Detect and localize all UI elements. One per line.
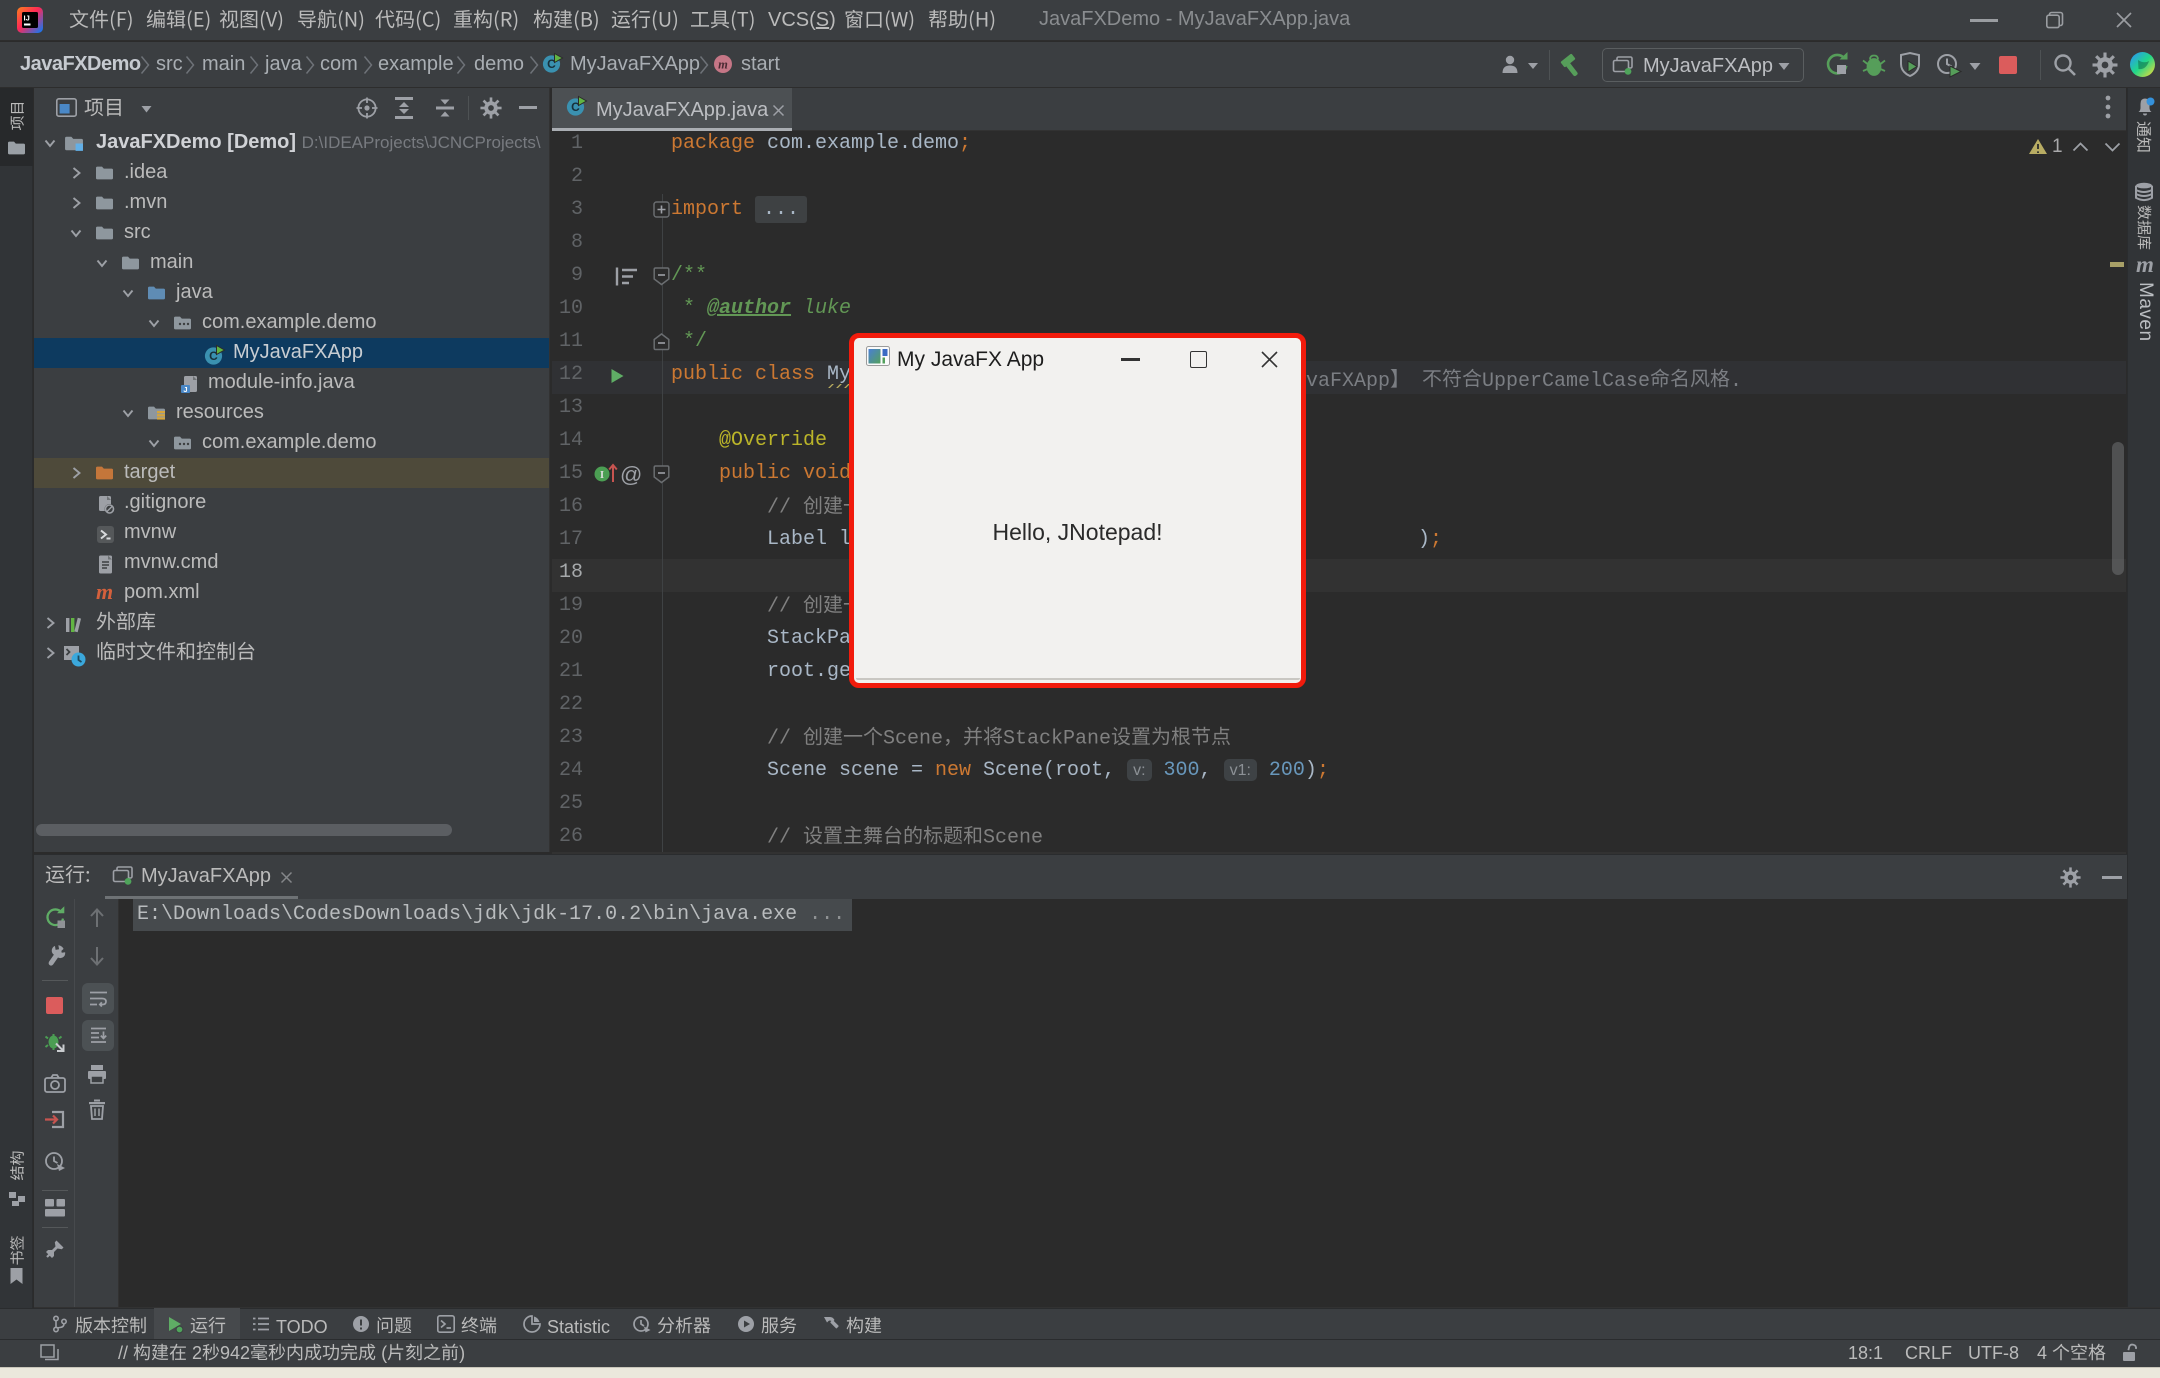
svg-text:J: J	[183, 385, 187, 394]
svg-text:IJ: IJ	[24, 14, 30, 23]
svg-text:I: I	[600, 469, 604, 481]
svg-text:m: m	[718, 57, 728, 71]
